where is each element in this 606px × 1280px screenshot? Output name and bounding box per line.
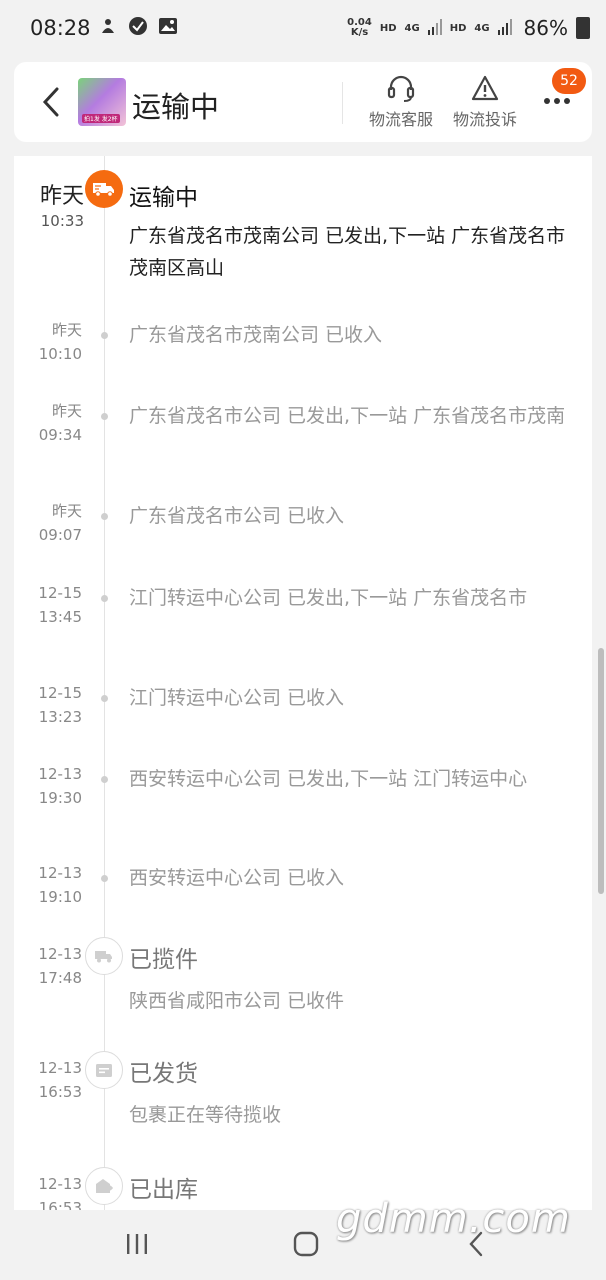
timeline-dot	[101, 332, 108, 339]
signal-icon	[427, 18, 442, 38]
home-button[interactable]	[276, 1226, 336, 1262]
recent-apps-icon	[127, 1234, 147, 1254]
entry-time: 09:34	[38, 426, 82, 444]
net-speed-unit: K/s	[350, 27, 369, 38]
current-status-title: 运输中	[129, 185, 198, 211]
entry-time: 09:07	[38, 526, 82, 544]
current-status-text: 广东省茂名市茂南公司 已发出,下一站 广东省茂名市茂南区高山	[129, 225, 566, 279]
truck-icon	[85, 937, 123, 975]
entry-date: 12-13	[38, 864, 82, 882]
battery-icon	[576, 17, 590, 39]
headset-icon	[361, 72, 441, 104]
entry-text: 广东省茂名市公司 已收入	[129, 505, 345, 527]
chevron-left-icon	[42, 87, 59, 117]
timeline-dot	[101, 513, 108, 520]
current-time: 10:33	[40, 212, 84, 230]
thumb-label: 拍1发 发2杯	[82, 114, 120, 123]
image-icon	[158, 16, 178, 36]
net-label-2: 4G	[474, 22, 490, 34]
entry-text: 江门转运中心公司 已发出,下一站 广东省茂名市	[129, 587, 528, 609]
product-thumbnail[interactable]: 拍1发 发2杯	[78, 78, 126, 126]
entry-time: 19:30	[38, 789, 82, 807]
stage-desc: 包裹正在等待揽收	[129, 1104, 282, 1126]
timeline-dot	[101, 776, 108, 783]
stage-title: 已发货	[129, 1061, 198, 1087]
timeline-dot	[101, 413, 108, 420]
complaint-label: 物流投诉	[452, 110, 517, 129]
status-indicators: 0.04 K/s HD 4G HD 4G 86%	[347, 16, 590, 40]
stage-time: 17:48	[38, 969, 82, 987]
package-icon	[85, 1051, 123, 1089]
entry-text: 广东省茂名市公司 已发出,下一站 广东省茂名市茂南	[129, 405, 566, 427]
battery-percent: 86%	[523, 16, 568, 40]
stage-date: 12-13	[38, 945, 82, 963]
home-icon	[293, 1231, 319, 1257]
entry-date: 昨天	[51, 402, 82, 420]
stage-time: 16:53	[38, 1199, 82, 1210]
hd-label-2: HD	[449, 22, 467, 34]
entry-date: 12-15	[38, 584, 82, 602]
net-label-1: 4G	[404, 22, 420, 34]
entry-date: 昨天	[51, 502, 82, 520]
status-bar: 08:28 0.04 K/s HD 4G HD 4G 86%	[0, 0, 606, 58]
entry-text: 江门转运中心公司 已收入	[129, 687, 345, 709]
watermark-text: gdmm.com	[336, 1196, 571, 1242]
logistics-timeline: 昨天 10:33 运输中 广东省茂名市茂南公司 已发出,下一站 广东省茂名市茂南…	[14, 156, 592, 1210]
stage-time: 16:53	[38, 1083, 82, 1101]
stage-title: 已出库	[129, 1177, 198, 1203]
stage-date: 12-13	[38, 1175, 82, 1193]
current-day: 昨天	[39, 184, 84, 209]
hd-label-1: HD	[379, 22, 397, 34]
entry-time: 10:10	[38, 345, 82, 363]
page-title: 运输中	[132, 90, 220, 124]
network-speed: 0.04 K/s	[347, 18, 372, 38]
signal-icon	[497, 18, 512, 38]
message-badge: 52	[552, 68, 586, 94]
status-time: 08:28	[30, 16, 91, 40]
stage-date: 12-13	[38, 1059, 82, 1077]
stage-title: 已揽件	[129, 947, 198, 973]
entry-text: 西安转运中心公司 已发出,下一站 江门转运中心	[129, 768, 528, 790]
recent-apps-button[interactable]	[107, 1226, 167, 1262]
entry-time: 13:23	[38, 708, 82, 726]
notification-icons	[98, 16, 178, 36]
customer-service-button[interactable]: 物流客服	[361, 72, 441, 130]
entry-text: 广东省茂名市茂南公司 已收入	[129, 324, 383, 346]
back-button[interactable]	[36, 84, 66, 120]
header-divider	[342, 82, 343, 124]
complaint-button[interactable]: 物流投诉	[445, 72, 525, 130]
timeline-dot	[101, 875, 108, 882]
more-dots-icon	[544, 98, 570, 104]
app-notification-icon	[98, 16, 118, 36]
in-transit-icon	[85, 170, 123, 208]
entry-text: 西安转运中心公司 已收入	[129, 867, 345, 889]
timeline-dot	[101, 595, 108, 602]
timeline-dot	[101, 695, 108, 702]
stage-desc: 陕西省咸阳市公司 已收件	[129, 990, 345, 1012]
check-icon	[128, 16, 148, 36]
customer-service-label: 物流客服	[368, 110, 433, 129]
entry-date: 12-15	[38, 684, 82, 702]
warehouse-icon	[85, 1167, 123, 1205]
scrollbar[interactable]	[598, 648, 604, 894]
entry-date: 12-13	[38, 765, 82, 783]
warning-icon	[445, 72, 525, 104]
entry-date: 昨天	[51, 321, 82, 339]
entry-time: 19:10	[38, 888, 82, 906]
entry-time: 13:45	[38, 608, 82, 626]
header-card: 拍1发 发2杯 运输中 物流客服 物流投诉 52	[14, 62, 592, 142]
